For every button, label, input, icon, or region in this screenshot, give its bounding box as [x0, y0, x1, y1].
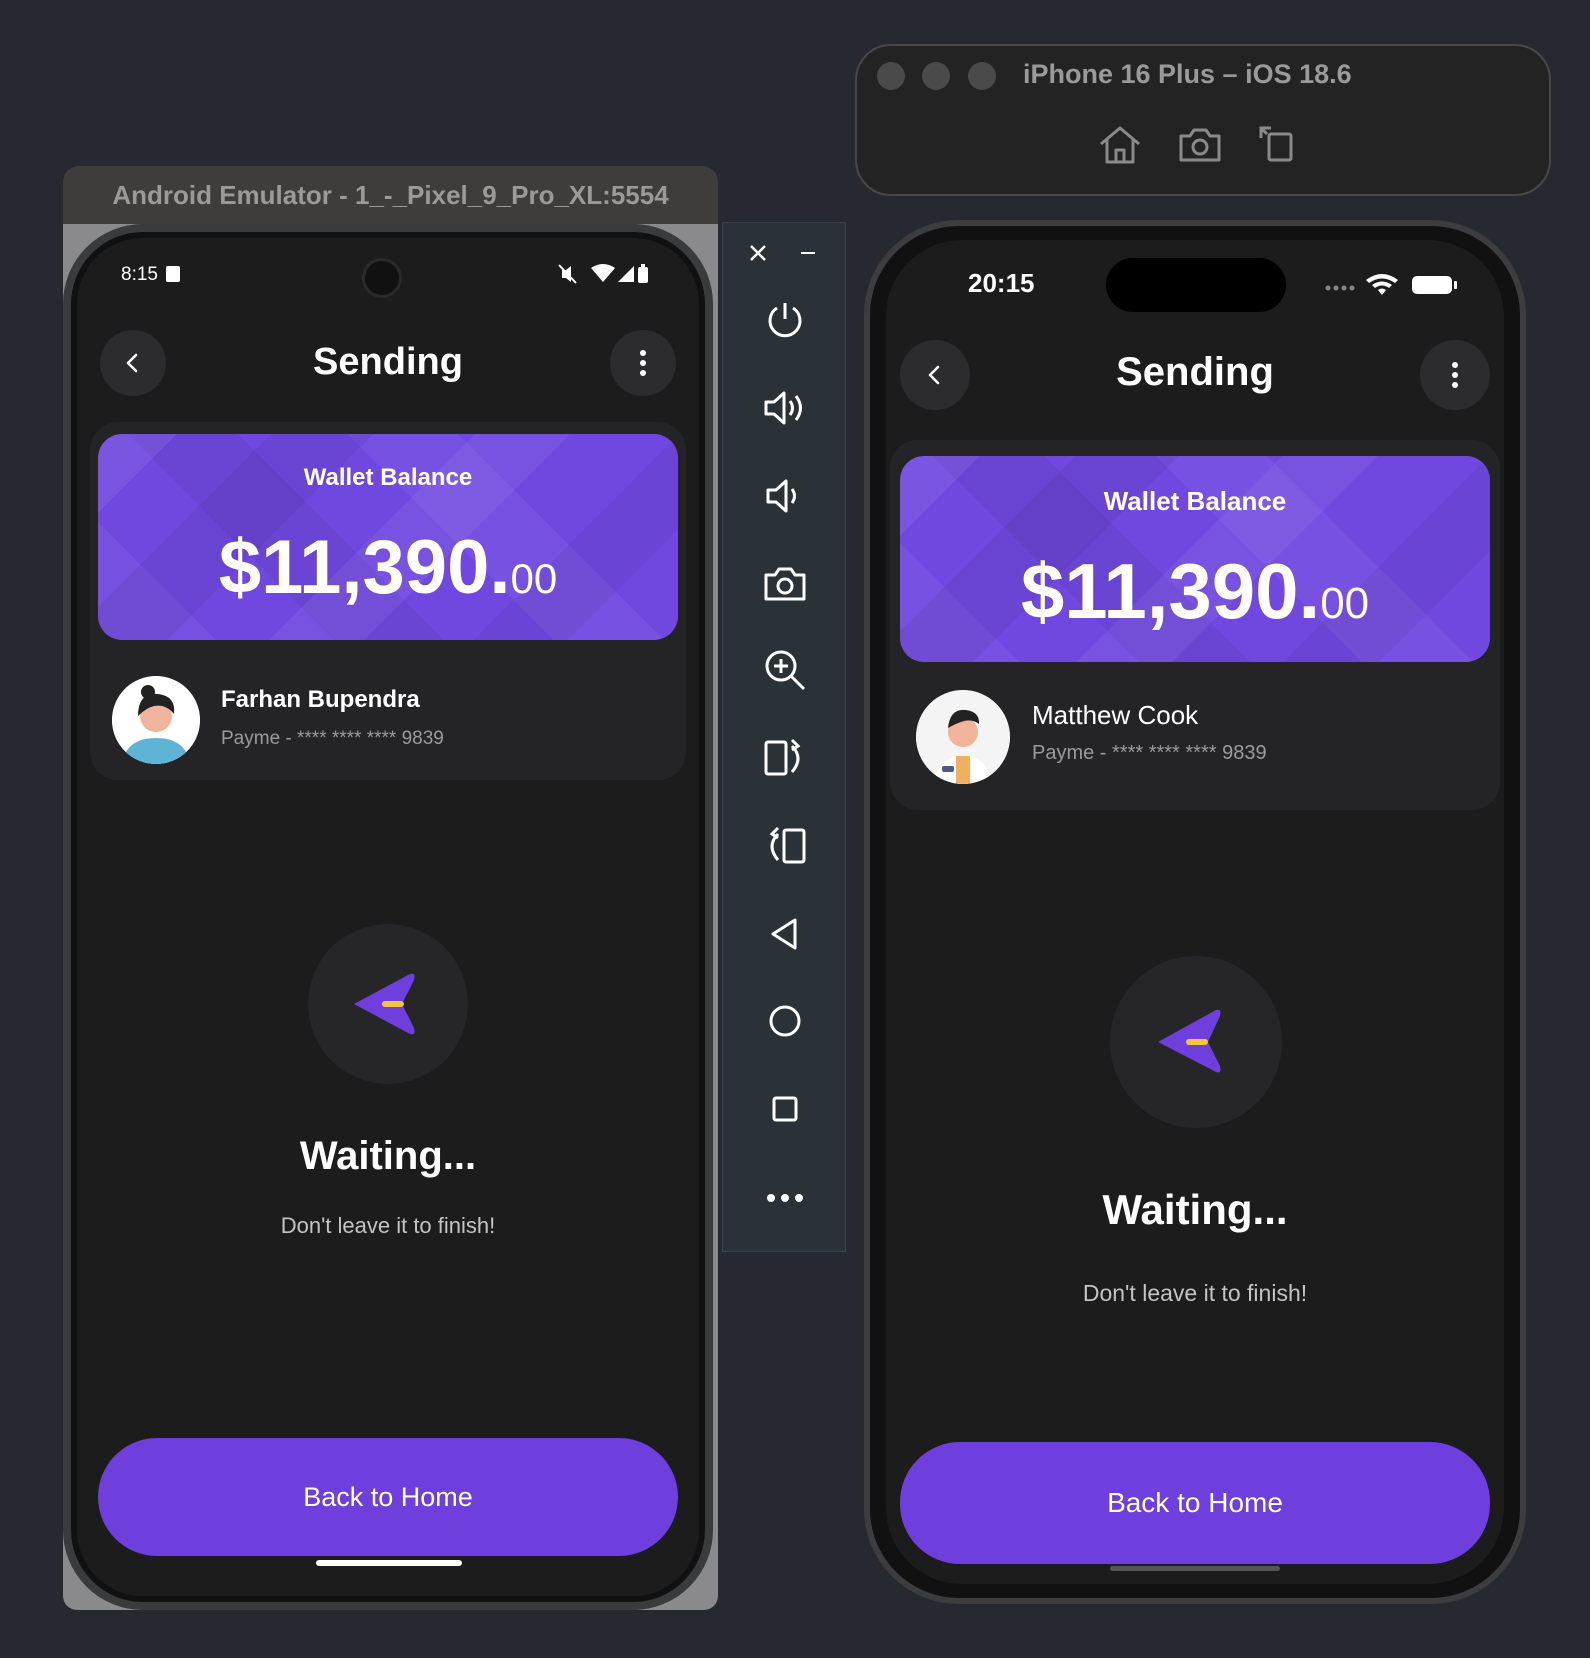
- home-circle-icon: [769, 1005, 801, 1037]
- recipient-avatar: [916, 690, 1010, 784]
- waiting-subtext: Don't leave it to finish!: [280, 1213, 496, 1238]
- mute-icon: [558, 264, 577, 284]
- volume-up-icon: [764, 391, 802, 425]
- battery-icon: [638, 264, 648, 283]
- page-title: Sending: [1116, 350, 1274, 394]
- rotate-left-button[interactable]: [723, 728, 847, 788]
- signal-dots-icon: [1325, 285, 1355, 291]
- home-icon[interactable]: [1097, 124, 1143, 166]
- back-to-home-label: Back to Home: [303, 1481, 473, 1512]
- recipient-avatar: [112, 676, 200, 764]
- kebab-menu-icon: [1452, 362, 1458, 388]
- android-window-titlebar[interactable]: Android Emulator - 1_-_Pixel_9_Pro_XL:55…: [63, 166, 718, 224]
- more-dots-icon: [767, 1194, 803, 1202]
- screenshot-icon[interactable]: [1177, 124, 1223, 166]
- volume-up-button[interactable]: [723, 378, 847, 438]
- wallet-balance-amount: $11,390.00: [900, 546, 1490, 637]
- back-to-home-button[interactable]: Back to Home: [98, 1438, 678, 1556]
- wallet-balance-card: Wallet Balance $11,390.00: [900, 456, 1490, 662]
- chevron-left-icon: [928, 365, 940, 385]
- wifi-icon: [1366, 274, 1398, 295]
- minimize-button[interactable]: [783, 223, 833, 283]
- nav-home-button[interactable]: [723, 991, 847, 1051]
- android-status-icons: [558, 264, 648, 284]
- home-indicator[interactable]: [1110, 1566, 1280, 1571]
- nav-overview-button[interactable]: [723, 1079, 847, 1139]
- minimize-icon: [801, 252, 815, 254]
- sending-indicator: [1110, 956, 1282, 1128]
- back-triangle-icon: [771, 918, 797, 950]
- rotate-left-icon: [764, 738, 801, 776]
- back-to-home-label: Back to Home: [1107, 1487, 1283, 1518]
- screenshot-button[interactable]: [723, 554, 847, 614]
- back-to-home-button[interactable]: Back to Home: [900, 1442, 1490, 1564]
- waiting-subtext: Don't leave it to finish!: [1082, 1280, 1308, 1306]
- chevron-left-icon: [126, 353, 138, 373]
- kebab-menu-icon: [640, 350, 646, 376]
- waiting-title: Waiting...: [299, 1134, 477, 1178]
- volume-down-icon: [766, 479, 796, 513]
- dynamic-island: [1106, 258, 1286, 312]
- android-notification-icon: [166, 266, 180, 282]
- balance-main: $11,390.: [1020, 547, 1321, 635]
- recipient-name: Farhan Bupendra: [221, 686, 420, 713]
- android-front-camera: [362, 258, 402, 298]
- recipient-name: Matthew Cook: [1032, 700, 1199, 730]
- close-button[interactable]: [733, 223, 783, 283]
- window-minimize-button[interactable]: [922, 62, 950, 90]
- ios-simulator-titlebar[interactable]: iPhone 16 Plus – iOS 18.6: [855, 44, 1551, 196]
- gesture-bar[interactable]: [316, 1560, 462, 1566]
- balance-main: $11,390.: [218, 525, 511, 610]
- sending-indicator: [308, 924, 468, 1084]
- wallet-balance-label: Wallet Balance: [303, 464, 473, 491]
- window-close-button[interactable]: [877, 62, 905, 90]
- power-icon: [768, 303, 802, 338]
- send-arrow-icon: [1158, 1009, 1221, 1073]
- wifi-icon: [591, 264, 615, 282]
- battery-icon: [1412, 276, 1457, 294]
- zoom-icon: [765, 650, 806, 691]
- male-avatar-illustration: [916, 690, 1010, 784]
- close-icon: [750, 245, 766, 261]
- android-status-time: 8:15: [121, 264, 158, 285]
- rotate-right-button[interactable]: [723, 816, 847, 876]
- ios-status-icons: [1325, 274, 1457, 295]
- signal-icon: [618, 266, 634, 282]
- emulator-toolbar: [722, 222, 846, 1252]
- wallet-balance-label: Wallet Balance: [1103, 486, 1287, 516]
- window-zoom-button[interactable]: [968, 62, 996, 90]
- ios-screen: 20:15 Sending Wallet Balance $11,390.00 …: [886, 240, 1504, 1584]
- balance-cents: 00: [1320, 579, 1370, 628]
- android-window-title: Android Emulator - 1_-_Pixel_9_Pro_XL:55…: [112, 179, 669, 210]
- wallet-balance-card: Wallet Balance $11,390.00: [98, 434, 678, 640]
- rotate-icon[interactable]: [1255, 122, 1297, 164]
- recipient-account: Payme - **** **** **** 9839: [221, 728, 444, 749]
- back-button[interactable]: [100, 330, 166, 396]
- ios-window-title: iPhone 16 Plus – iOS 18.6: [1023, 59, 1352, 89]
- page-title: Sending: [313, 341, 463, 383]
- camera-icon: [764, 567, 806, 601]
- android-screen: 8:15 Sending Wallet Balance $11,390.00 F…: [86, 246, 690, 1586]
- ios-status-time: 20:15: [968, 268, 1035, 298]
- rotate-right-icon: [769, 826, 806, 864]
- more-button[interactable]: [723, 1168, 847, 1228]
- balance-cents: 00: [510, 555, 558, 602]
- send-arrow-icon: [354, 973, 415, 1035]
- recipient-account: Payme - **** **** **** 9839: [1032, 742, 1267, 764]
- waiting-title: Waiting...: [1102, 1186, 1288, 1233]
- volume-down-button[interactable]: [723, 466, 847, 526]
- back-button[interactable]: [900, 340, 970, 410]
- nav-back-button[interactable]: [723, 904, 847, 964]
- more-options-button[interactable]: [610, 330, 676, 396]
- zoom-button[interactable]: [723, 640, 847, 700]
- power-button[interactable]: [723, 290, 847, 350]
- more-options-button[interactable]: [1420, 340, 1490, 410]
- overview-square-icon: [772, 1096, 798, 1122]
- wallet-balance-amount: $11,390.00: [98, 524, 678, 611]
- female-avatar-illustration: [112, 676, 200, 764]
